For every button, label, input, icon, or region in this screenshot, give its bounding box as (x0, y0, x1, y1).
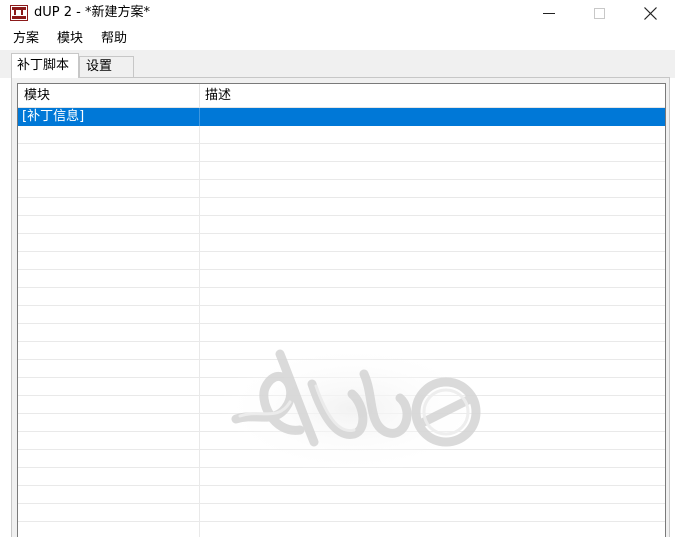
close-button[interactable] (628, 0, 674, 28)
cell-module: [补丁信息] (22, 109, 85, 124)
title-bar[interactable]: dUP 2 - *新建方案* (0, 0, 675, 28)
column-header-module[interactable]: 模块 (24, 88, 50, 104)
tab-strip: 补丁脚本 设置 (0, 50, 675, 78)
tab-settings[interactable]: 设置 (79, 56, 134, 78)
column-divider (199, 108, 200, 537)
app-icon[interactable] (10, 5, 28, 21)
dup-logo-watermark (218, 344, 488, 474)
table-row-selected[interactable]: [补丁信息] (18, 108, 665, 126)
list-header: 模块 描述 (18, 84, 665, 108)
tab-patch-script[interactable]: 补丁脚本 (11, 53, 79, 78)
minimize-button[interactable] (527, 0, 573, 28)
maximize-button[interactable] (576, 0, 622, 28)
close-icon (644, 7, 657, 20)
column-header-description[interactable]: 描述 (205, 88, 231, 104)
menu-help[interactable]: 帮助 (101, 31, 127, 47)
menu-scheme[interactable]: 方案 (13, 31, 39, 47)
module-list[interactable]: 模块 描述 [补丁信息] (17, 83, 666, 537)
window-title: dUP 2 - *新建方案* (34, 5, 150, 20)
menu-module[interactable]: 模块 (57, 31, 83, 47)
row-column-divider (199, 108, 200, 126)
menu-bar: 方案 模块 帮助 (0, 28, 675, 50)
column-resize-handle[interactable] (199, 84, 200, 108)
